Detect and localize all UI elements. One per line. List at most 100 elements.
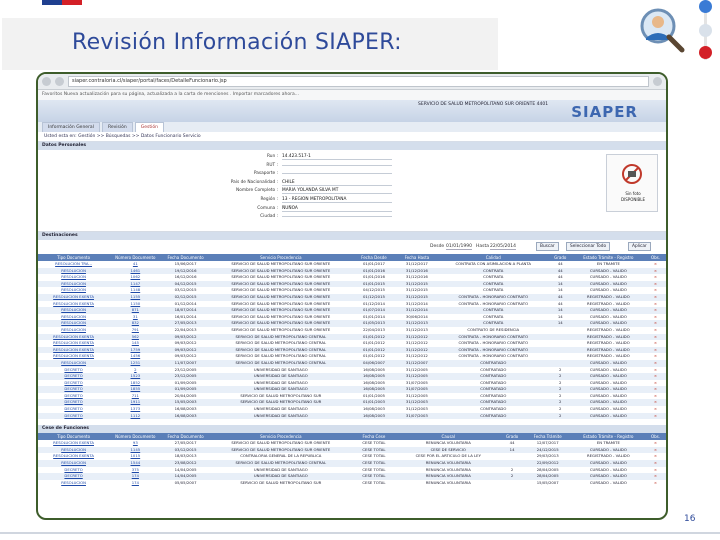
table-cell[interactable]: RESOLUCION EXENTA xyxy=(38,453,109,460)
table-row[interactable]: RESOLUCION 31 16/01/2014 SERVICIO DE SALUD … xyxy=(38,314,666,321)
column-header[interactable]: Calidad xyxy=(437,254,549,261)
star-icon[interactable] xyxy=(653,77,662,86)
column-header[interactable]: Estado Trámite - Registro xyxy=(571,254,646,261)
table-cell[interactable]: 1112 xyxy=(109,412,162,420)
table-cell[interactable]: 1855 xyxy=(109,386,162,393)
table-row[interactable]: RESOLUCION EXENTA 1155 02/12/2015 SERVICIO … xyxy=(38,293,666,301)
forward-icon[interactable] xyxy=(55,77,64,86)
table-cell[interactable]: 871 xyxy=(109,307,162,314)
table-row[interactable]: RESOLUCION EXENTA 93 27/05/2017 SERVICIO DE… xyxy=(38,440,666,447)
obs-icon[interactable]: × xyxy=(645,446,666,454)
column-header[interactable]: Fecha Cese xyxy=(351,433,396,441)
tab-informacion-general[interactable]: Información General xyxy=(42,122,100,132)
table-row[interactable]: DECRETO 1852 01/09/2005 UNIVERSIDAD DE SANT… xyxy=(38,380,666,387)
table-cell[interactable]: DECRETO xyxy=(38,399,110,407)
table-cell[interactable]: 1523 xyxy=(109,373,162,380)
obs-icon[interactable]: × xyxy=(645,367,666,374)
column-header[interactable]: Grado xyxy=(548,254,572,261)
column-header[interactable]: Servicio Procedencia xyxy=(209,433,352,441)
table-cell[interactable]: 1015 xyxy=(109,453,161,460)
column-header[interactable]: Estado Trámite - Registro xyxy=(571,433,646,441)
table-cell[interactable]: RESOLUCION EXENTA xyxy=(38,353,109,360)
table-row[interactable]: RESOLUCION 1145 03/12/2015 SERVICIO DE SALU… xyxy=(38,446,666,454)
obs-icon[interactable]: × xyxy=(645,373,666,380)
table-row[interactable]: RESOLUCION 1461 19/12/2016 SERVICIO DE SALU… xyxy=(38,267,666,275)
tab-revision[interactable]: Revisión xyxy=(101,122,133,132)
table-cell[interactable]: RESOLUCION EXENTA xyxy=(38,293,110,301)
obs-icon[interactable]: × xyxy=(645,473,666,480)
obs-icon[interactable]: × xyxy=(645,327,666,334)
obs-icon[interactable]: × xyxy=(645,267,666,275)
table-row[interactable]: RESOLUCION 871 18/07/2014 SERVICIO DE SALUD… xyxy=(38,307,666,314)
table-cell[interactable]: DECRETO xyxy=(38,406,109,413)
table-cell[interactable]: DECRETO xyxy=(38,367,109,374)
obs-icon[interactable]: × xyxy=(645,333,666,341)
table-cell[interactable]: 2 xyxy=(109,367,161,374)
table-cell[interactable]: 174 xyxy=(109,473,162,480)
table-row[interactable]: DECRETO 1523 23/12/2005 UNIVERSIDAD DE SANT… xyxy=(38,373,666,380)
table-cell[interactable]: RESOLUCION xyxy=(38,480,109,487)
obs-icon[interactable]: × xyxy=(645,399,666,407)
table-row[interactable]: DECRETO 1373 16/08/2003 UNIVERSIDAD DE SANT… xyxy=(38,406,666,413)
obs-icon[interactable]: × xyxy=(645,287,666,294)
table-row[interactable]: RESOLUCION EXENTA 1759 09/03/2012 SERVICIO … xyxy=(38,346,666,354)
table-cell[interactable]: RESOLUCION xyxy=(38,320,110,327)
table-cell[interactable]: RESOLUCION xyxy=(38,287,109,294)
column-header[interactable]: Fecha Trámite xyxy=(523,433,572,441)
table-row[interactable]: RESOLUCION EXENTA 1015 18/03/2013 CONTRALOR… xyxy=(38,453,666,460)
table-cell[interactable]: 1251 xyxy=(109,359,162,367)
table-row[interactable]: DECRETO 1112 16/08/2003 UNIVERSIDAD DE SANT… xyxy=(38,412,666,420)
obs-icon[interactable]: × xyxy=(645,480,666,487)
obs-icon[interactable]: × xyxy=(645,274,666,281)
table-row[interactable]: DECRETO 174 14/04/2005 UNIVERSIDAD DE SANTI… xyxy=(38,473,666,480)
column-header[interactable]: Obs. xyxy=(645,433,666,441)
table-cell[interactable]: DECRETO xyxy=(38,412,110,420)
table-cell[interactable]: RESOLUCION xyxy=(38,307,110,314)
column-header[interactable]: Fecha Documento xyxy=(161,254,210,261)
obs-icon[interactable]: × xyxy=(645,386,666,393)
table-row[interactable]: RESOLUCION 1147 04/12/2015 SERVICIO DE SALU… xyxy=(38,280,666,288)
table-cell[interactable]: RESOLUCION EXENTA xyxy=(38,301,109,308)
table-row[interactable]: RESOLUCION EXENTA 145 09/03/2012 SERVICIO D… xyxy=(38,340,666,347)
table-cell[interactable]: RESOLUCION EXENTA xyxy=(38,333,110,341)
column-header[interactable]: Causal xyxy=(395,433,501,441)
column-header[interactable]: Número Documento xyxy=(109,433,162,441)
column-header[interactable]: Fecha Desde xyxy=(351,254,396,261)
seleccionar-todo-button[interactable]: Seleccionar Todo xyxy=(566,242,611,251)
obs-icon[interactable]: × xyxy=(645,307,666,314)
table-cell[interactable]: 1373 xyxy=(109,406,161,413)
table-cell[interactable]: 1145 xyxy=(109,446,162,454)
table-cell[interactable]: 1911 xyxy=(109,399,162,407)
table-row[interactable]: RESOLUCION 174 05/05/2007 SERVICIO DE SALUD… xyxy=(38,480,666,487)
table-row[interactable]: DECRETO 1855 01/09/2005 UNIVERSIDAD DE SANT… xyxy=(38,386,666,393)
table-row[interactable]: RESOLUCION EXENTA 1150 01/12/2014 SERVICIO … xyxy=(38,301,666,308)
table-row[interactable]: RESOLUCION 1251 11/07/2007 SERVICIO DE SALU… xyxy=(38,359,666,367)
table-cell[interactable]: RESOLUCION TRA... xyxy=(38,261,109,268)
obs-icon[interactable]: × xyxy=(645,460,666,467)
table-cell[interactable]: RESOLUCION xyxy=(38,460,110,467)
table-cell[interactable]: RESOLUCION xyxy=(38,359,110,367)
table-cell[interactable]: 1461 xyxy=(109,267,162,275)
table-cell[interactable]: 832 xyxy=(109,320,162,327)
table-row[interactable]: RESOLUCION 1062 16/12/2016 SERVICIO DE SALU… xyxy=(38,274,666,281)
aplicar-button[interactable]: Aplicar xyxy=(628,242,651,251)
column-header[interactable]: Servicio Procedencia xyxy=(209,254,352,261)
table-cell[interactable]: RESOLUCION xyxy=(38,314,109,321)
obs-icon[interactable]: × xyxy=(645,393,666,400)
table-row[interactable]: DECRETO 375 14/04/2005 UNIVERSIDAD DE SANTI… xyxy=(38,467,666,474)
table-cell[interactable]: DECRETO xyxy=(38,373,110,380)
obs-icon[interactable]: × xyxy=(645,261,666,268)
table-cell[interactable]: 1456 xyxy=(109,353,161,360)
column-header[interactable]: Tipo Documento xyxy=(38,433,110,441)
table-cell[interactable]: 791 xyxy=(109,327,161,334)
table-cell[interactable]: 711 xyxy=(109,393,161,400)
obs-icon[interactable]: × xyxy=(645,293,666,301)
table-row[interactable]: RESOLUCION 791 22/04/2013 SERVICIO DE SALUD… xyxy=(38,327,666,334)
table-cell[interactable]: 1155 xyxy=(109,293,162,301)
back-icon[interactable] xyxy=(42,77,51,86)
table-row[interactable]: RESOLUCION 1544 23/08/2012 SERVICIO DE SALU… xyxy=(38,460,666,467)
obs-icon[interactable]: × xyxy=(645,280,666,288)
column-header[interactable]: Tipo Documento xyxy=(38,254,110,261)
column-header[interactable]: Fecha Hasta xyxy=(395,254,438,261)
table-cell[interactable]: RESOLUCION EXENTA xyxy=(38,340,109,347)
